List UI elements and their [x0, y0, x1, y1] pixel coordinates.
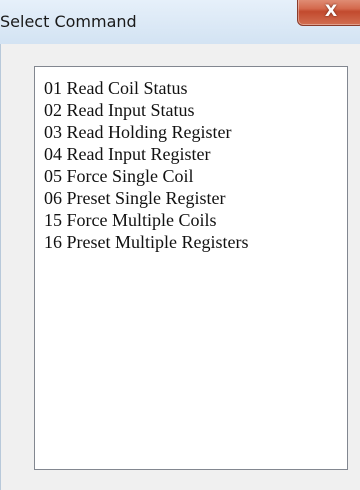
list-item[interactable]: 01 Read Coil Status: [44, 77, 347, 99]
list-item[interactable]: 16 Preset Multiple Registers: [44, 231, 347, 253]
select-command-dialog: Select Command X 01 Read Coil Status 02 …: [0, 0, 360, 490]
list-item[interactable]: 15 Force Multiple Coils: [44, 209, 347, 231]
list-item[interactable]: 06 Preset Single Register: [44, 187, 347, 209]
close-icon: X: [324, 1, 338, 20]
list-item[interactable]: 04 Read Input Register: [44, 143, 347, 165]
list-item[interactable]: 05 Force Single Coil: [44, 165, 347, 187]
close-button[interactable]: X: [297, 0, 360, 26]
list-item[interactable]: 02 Read Input Status: [44, 99, 347, 121]
list-item[interactable]: 03 Read Holding Register: [44, 121, 347, 143]
title-bar[interactable]: Select Command X: [0, 0, 360, 44]
window-title: Select Command: [0, 12, 137, 31]
command-list[interactable]: 01 Read Coil Status 02 Read Input Status…: [34, 66, 348, 470]
